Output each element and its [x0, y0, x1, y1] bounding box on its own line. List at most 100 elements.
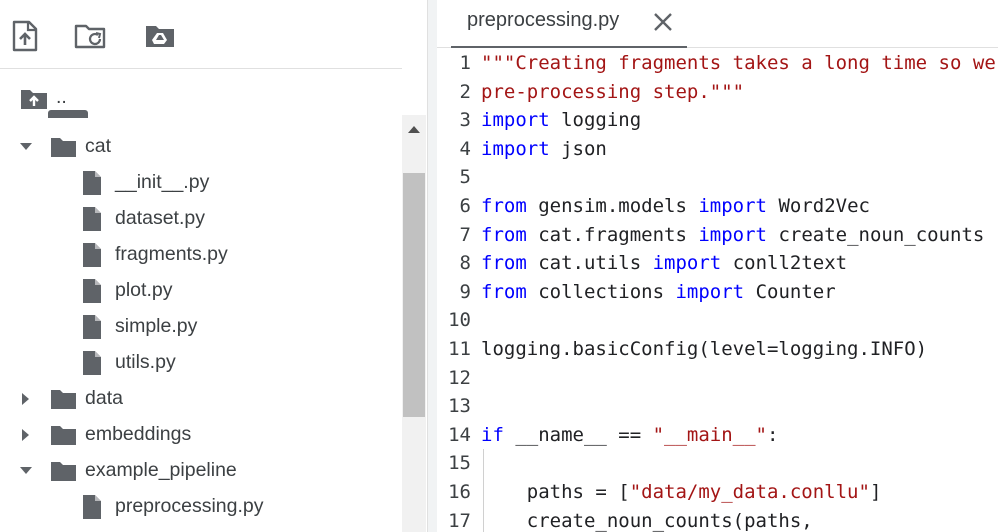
code-editor: preprocessing.py 1 """Creating fragments … — [437, 0, 998, 532]
code-line[interactable]: 2 pre-processing step.""" — [437, 78, 998, 106]
keyword-token: import — [698, 195, 767, 217]
folder-up-icon — [20, 88, 48, 110]
code-area[interactable]: 1 """Creating fragments takes a long time… — [437, 49, 998, 532]
upload-file-icon — [12, 20, 38, 57]
string-token: "data/my_data.conllu" — [629, 481, 870, 503]
line-number: 3 — [459, 109, 471, 132]
code-line[interactable]: 13 — [437, 392, 998, 420]
code-line[interactable]: 5 — [437, 163, 998, 191]
code-token: json — [549, 137, 607, 160]
file-icon — [82, 170, 102, 196]
file-row-plot-py[interactable]: plot.py — [0, 273, 402, 309]
code-text: from collections import Counter — [481, 278, 836, 306]
line-number: 13 — [448, 395, 471, 418]
code-token: cat.utils — [526, 252, 653, 275]
keyword-token: if — [481, 423, 504, 446]
string-token: """Creating fragments takes a long time … — [481, 52, 996, 74]
code-line[interactable]: 17 create_noun_counts(paths, — [437, 507, 998, 532]
code-token: logging — [549, 109, 642, 132]
tab-preprocessing-py[interactable]: preprocessing.py — [451, 0, 687, 48]
code-line[interactable]: 15 — [437, 449, 998, 477]
tab-title: preprocessing.py — [467, 9, 620, 31]
code-text: import json — [481, 135, 607, 163]
refresh-button[interactable] — [74, 20, 108, 56]
mount-drive-icon — [144, 23, 176, 54]
scrolled-row-partial — [48, 110, 88, 118]
tree-item-label: __init__.py — [115, 171, 210, 193]
code-token: ] — [869, 481, 882, 503]
close-icon[interactable] — [651, 10, 675, 34]
code-line[interactable]: 9 from collections import Counter — [437, 278, 998, 306]
folder-icon — [50, 388, 77, 410]
code-line[interactable]: 3 import logging — [437, 106, 998, 134]
caret-right-icon[interactable] — [19, 392, 33, 406]
folder-row-embeddings[interactable]: embeddings — [0, 417, 402, 453]
tree-item-label: fragments.py — [115, 243, 228, 265]
tree-item-label: data — [85, 387, 123, 409]
caret-down-icon[interactable] — [19, 464, 33, 478]
tree-item-label: simple.py — [115, 315, 198, 337]
line-number: 15 — [448, 452, 471, 475]
file-icon — [82, 278, 102, 304]
code-token: create_noun_counts — [767, 223, 985, 246]
code-line[interactable]: 12 — [437, 364, 998, 392]
file-row-fragments-py[interactable]: fragments.py — [0, 237, 402, 273]
code-token: collections — [526, 280, 676, 303]
code-line[interactable]: 4 import json — [437, 135, 998, 163]
upload-button[interactable] — [8, 20, 42, 56]
file-icon — [82, 242, 102, 268]
code-line[interactable]: 16 paths = ["data/my_data.conllu"] — [437, 478, 998, 506]
file-row-preprocessing-py[interactable]: preprocessing.py — [0, 489, 402, 525]
mount-drive-button[interactable] — [143, 20, 177, 56]
file-row-dataset-py[interactable]: dataset.py — [0, 201, 402, 237]
code-text: if __name__ == "__main__": — [481, 421, 778, 449]
keyword-token: import — [698, 223, 767, 246]
keyword-token: from — [481, 223, 527, 246]
line-number: 1 — [459, 52, 471, 74]
code-line[interactable]: 8 from cat.utils import conll2text — [437, 249, 998, 277]
file-row-utils-py[interactable]: utils.py — [0, 345, 402, 381]
line-number: 16 — [448, 481, 471, 503]
line-number: 8 — [459, 252, 471, 275]
line-number: 14 — [448, 423, 471, 446]
pane-resize-handle[interactable] — [427, 0, 437, 532]
keyword-token: import — [675, 280, 745, 303]
caret-down-icon[interactable] — [19, 140, 33, 154]
code-line[interactable]: 6 from gensim.models import Word2Vec — [437, 192, 998, 220]
file-browser-pane: cat __init__.py dataset.py fragments.py plot… — [0, 0, 427, 532]
code-text: paths = ["data/my_data.conllu"] — [481, 478, 882, 506]
scrollbar-thumb[interactable] — [403, 173, 425, 417]
tree-item-label: embeddings — [85, 423, 192, 445]
tree-item-label: preprocessing.py — [115, 495, 264, 517]
code-line[interactable]: 11 logging.basicConfig(level=logging.INFO… — [437, 335, 998, 363]
file-browser-toolbar — [0, 0, 402, 69]
file-row-simple-py[interactable]: simple.py — [0, 309, 402, 345]
keyword-token: import — [481, 109, 550, 132]
folder-row-cat[interactable]: cat — [0, 129, 402, 165]
code-line[interactable]: 14 if __name__ == "__main__": — [437, 421, 998, 449]
indent-guide — [483, 449, 484, 532]
code-line[interactable]: 1 """Creating fragments takes a long time… — [437, 49, 998, 77]
keyword-token: from — [481, 195, 527, 217]
scroll-up-arrow-icon[interactable] — [402, 115, 426, 143]
file-tree-scrollbar[interactable] — [402, 115, 426, 532]
code-token: Word2Vec — [767, 195, 870, 217]
code-token: paths = [ — [481, 481, 630, 503]
string-token: pre-processing step.""" — [481, 80, 745, 103]
caret-right-icon[interactable] — [19, 428, 33, 442]
code-line[interactable]: 7 from cat.fragments import create_noun_c… — [437, 221, 998, 249]
file-row-init-py[interactable]: __init__.py — [0, 165, 402, 201]
code-line[interactable]: 10 — [437, 306, 998, 334]
line-number: 9 — [459, 280, 471, 303]
folder-icon — [50, 460, 77, 482]
refresh-icon — [74, 22, 108, 55]
code-token: : — [767, 423, 779, 446]
folder-row-example-pipeline[interactable]: example_pipeline — [0, 453, 402, 489]
folder-row-data[interactable]: data — [0, 381, 402, 417]
code-token: __name__ == — [503, 423, 653, 446]
tree-item-label: dataset.py — [115, 207, 205, 229]
line-number: 17 — [448, 509, 471, 532]
file-icon — [82, 314, 102, 340]
code-token: logging.basicConfig(level=logging.INFO) — [481, 338, 928, 360]
keyword-token: import — [652, 252, 722, 275]
